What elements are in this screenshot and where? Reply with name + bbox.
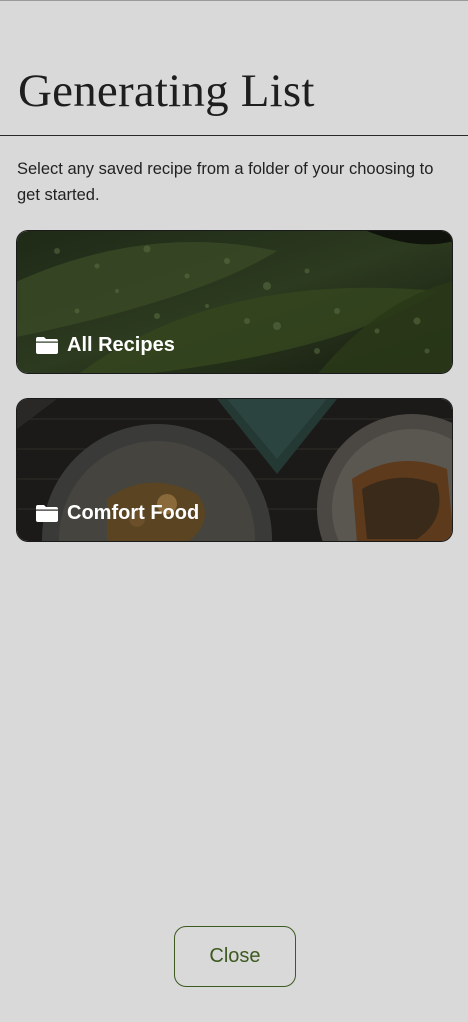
top-divider [0, 0, 468, 1]
close-button[interactable]: Close [174, 926, 296, 987]
folder-card-comfort-food[interactable]: Comfort Food [16, 398, 453, 542]
title-divider [0, 135, 468, 136]
page-title: Generating List [18, 65, 315, 117]
generating-list-screen: Generating List Select any saved recipe … [0, 0, 468, 1022]
folder-card-all-recipes[interactable]: All Recipes [16, 230, 453, 374]
folder-label: Comfort Food [35, 502, 199, 525]
folder-label: All Recipes [35, 334, 175, 357]
folder-name: Comfort Food [67, 502, 200, 524]
folder-name: All Recipes [67, 334, 175, 356]
folder-icon [36, 505, 58, 522]
instructions-text: Select any saved recipe from a folder of… [17, 160, 434, 204]
folder-icon [36, 337, 58, 354]
